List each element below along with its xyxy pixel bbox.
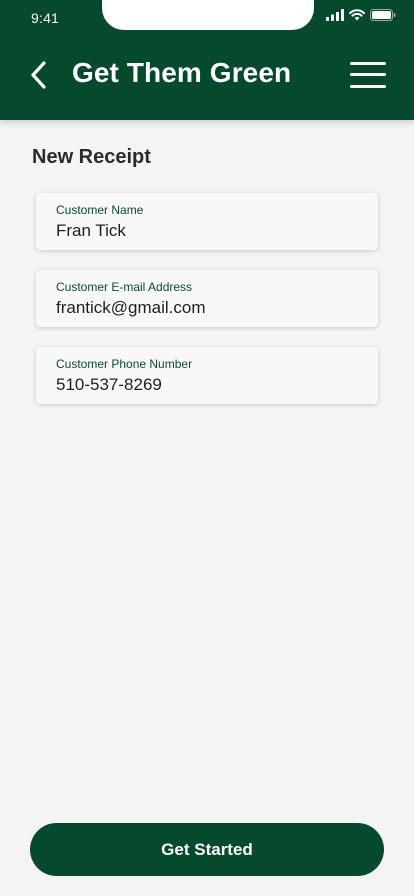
page-title: New Receipt: [32, 146, 151, 168]
customer-name-label: Customer Name: [56, 203, 144, 217]
hamburger-menu-icon-bar-2: [350, 73, 386, 76]
app-header: 9:41 Get Them Green: [0, 0, 414, 120]
wifi-icon: [349, 9, 365, 21]
app-title: Get Them Green: [72, 57, 292, 88]
customer-phone-field[interactable]: Customer Phone Number: [36, 347, 378, 404]
back-button[interactable]: [24, 56, 52, 94]
customer-phone-label: Customer Phone Number: [56, 357, 193, 371]
customer-email-field[interactable]: Customer E-mail Address: [36, 270, 378, 327]
hamburger-menu-icon-bar-3: [350, 85, 386, 88]
customer-email-input[interactable]: [56, 297, 358, 319]
customer-name-field[interactable]: Customer Name: [36, 193, 378, 250]
status-time: 9:41: [31, 10, 60, 26]
get-started-button[interactable]: Get Started: [30, 823, 384, 876]
status-icons: [326, 9, 396, 21]
device-notch: [102, 0, 314, 30]
battery-icon: [370, 9, 396, 21]
customer-email-label: Customer E-mail Address: [56, 280, 193, 294]
hamburger-menu-icon: [350, 62, 386, 65]
chevron-left-icon: [31, 61, 46, 89]
app-screen: 9:41 Get Them Green New Receipt Customer…: [0, 0, 414, 896]
customer-phone-input[interactable]: [56, 374, 358, 396]
cellular-signal-icon: [326, 9, 344, 21]
menu-button[interactable]: [350, 60, 387, 90]
customer-name-input[interactable]: [56, 220, 358, 242]
